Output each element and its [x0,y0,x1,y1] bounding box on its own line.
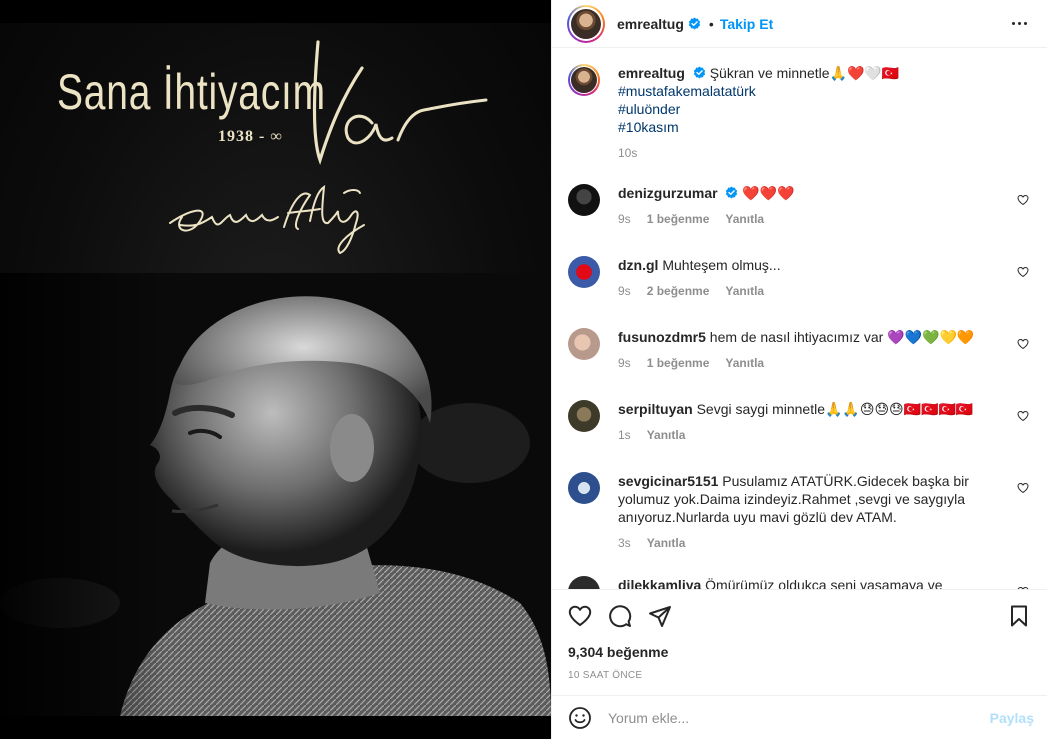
post-viewer: Sana İhtiyacım 1938 - ∞ emrealtug • Taki… [0,0,1047,739]
comment-text: Ömürümüz oldukça seni yaşamaya ve [705,577,943,589]
caption-text: Şükran ve minnetle🙏❤️🤍🇹🇷 [709,65,900,81]
hashtag-link[interactable]: #uluönder [618,100,1009,118]
post-timestamp[interactable]: 10 SAAT ÖNCE [568,670,1031,681]
hashtag-link[interactable]: #mustafakemalatatürk [618,82,1009,100]
commenter-avatar[interactable] [568,184,600,216]
comment-time[interactable]: 9s [618,354,631,372]
comments-list[interactable]: emrealtug Şükran ve minnetle🙏❤️🤍🇹🇷 #must… [552,48,1047,589]
post-comment-button[interactable]: Paylaş [990,710,1034,726]
post-media[interactable]: Sana İhtiyacım 1938 - ∞ [0,0,551,739]
commenter-avatar[interactable] [568,328,600,360]
reply-button[interactable]: Yanıtla [647,534,686,552]
author-avatar[interactable] [567,4,605,43]
commenter-avatar[interactable] [568,576,600,589]
comment-time[interactable]: 3s [618,534,631,552]
comment-likes[interactable]: 2 beğenme [647,282,710,300]
caption-time[interactable]: 10s [618,144,637,162]
post-image[interactable]: Sana İhtiyacım 1938 - ∞ [0,23,551,716]
verified-badge-icon [693,66,705,79]
comment-item: fusunozdmr5 hem de nasıl ihtiyacımız var… [568,328,1031,372]
comment-time[interactable]: 9s [618,210,631,228]
caption-avatar[interactable] [568,64,600,96]
comment-username[interactable]: serpiltuyan [618,401,693,417]
comment-icon[interactable] [608,604,632,628]
reply-button[interactable]: Yanıtla [725,282,764,300]
portrait-photo [0,273,551,716]
heart-icon[interactable] [1017,338,1029,350]
comment-text: Muhteşem olmuş... [662,257,781,273]
header-separator: • [708,15,714,32]
post-header: emrealtug • Takip Et [552,0,1047,48]
author-username[interactable]: emrealtug [617,16,684,32]
comment-username[interactable]: dilekkamliya [618,577,701,589]
bookmark-icon[interactable] [1007,604,1031,628]
comment-item: sevgicinar5151 Pusulamız ATATÜRK.Gidecek… [568,472,1031,552]
comment-time[interactable]: 1s [618,426,631,444]
commenter-avatar[interactable] [568,400,600,432]
caption-body: emrealtug Şükran ve minnetle🙏❤️🤍🇹🇷 #must… [618,64,1031,162]
comment-text: Sevgi saygi minnetle🙏🙏😓😓😓🇹🇷🇹🇷🇹🇷🇹🇷 [696,401,974,417]
comment-item: dzn.gl Muhteşem olmuş... 9s 2 beğenme Ya… [568,256,1031,300]
verified-badge-icon [688,17,701,30]
comment-input[interactable] [608,709,990,726]
comment-item: serpiltuyan Sevgi saygi minnetle🙏🙏😓😓😓🇹🇷🇹… [568,400,1031,444]
emoji-icon[interactable] [568,706,592,730]
reply-button[interactable]: Yanıtla [647,426,686,444]
comment-username[interactable]: fusunozdmr5 [618,329,706,345]
comment-username[interactable]: dzn.gl [618,257,658,273]
poster-var-lettering [312,40,488,166]
hashtag-link[interactable]: #10kasım [618,118,1009,136]
comment-time[interactable]: 9s [618,282,631,300]
heart-icon[interactable] [1017,266,1029,278]
comment-likes[interactable]: 1 beğenme [647,354,710,372]
add-comment-bar: Paylaş [552,695,1047,739]
reply-button[interactable]: Yanıtla [725,210,764,228]
reply-button[interactable]: Yanıtla [725,354,764,372]
heart-icon[interactable] [568,604,592,628]
share-icon[interactable] [648,604,672,628]
caption-username[interactable]: emrealtug [618,65,685,81]
comment-username[interactable]: sevgicinar5151 [618,473,718,489]
post-actions: 9,304 beğenme 10 SAAT ÖNCE [552,589,1047,695]
comment-likes[interactable]: 1 beğenme [647,210,710,228]
more-options-icon[interactable] [1008,18,1031,29]
verified-badge-icon [726,186,738,199]
follow-button[interactable]: Takip Et [720,16,773,32]
comment-text: hem de nasıl ihtiyacımız var 💜💙💚💛🧡 [709,329,975,345]
poster-years: 1938 - ∞ [218,128,283,145]
comment-text: ❤️❤️❤️ [742,185,795,201]
comment-item: dilekkamliya Ömürümüz oldukça seni yaşam… [568,576,1031,589]
commenter-avatar[interactable] [568,472,600,504]
heart-icon[interactable] [1017,482,1029,494]
comment-item: denizgurzumar ❤️❤️❤️ 9s 1 beğenme Yanıtl… [568,184,1031,228]
post-sidebar: emrealtug • Takip Et emrealtug Şükran ve… [551,0,1047,739]
commenter-avatar[interactable] [568,256,600,288]
poster-signature [169,184,365,255]
likes-count[interactable]: 9,304 beğenme [568,644,1031,660]
heart-icon[interactable] [1017,586,1029,589]
comment-username[interactable]: denizgurzumar [618,185,718,201]
heart-icon[interactable] [1017,410,1029,422]
heart-icon[interactable] [1017,194,1029,206]
post-caption: emrealtug Şükran ve minnetle🙏❤️🤍🇹🇷 #must… [568,64,1031,162]
poster-title: Sana İhtiyacım [57,64,326,120]
